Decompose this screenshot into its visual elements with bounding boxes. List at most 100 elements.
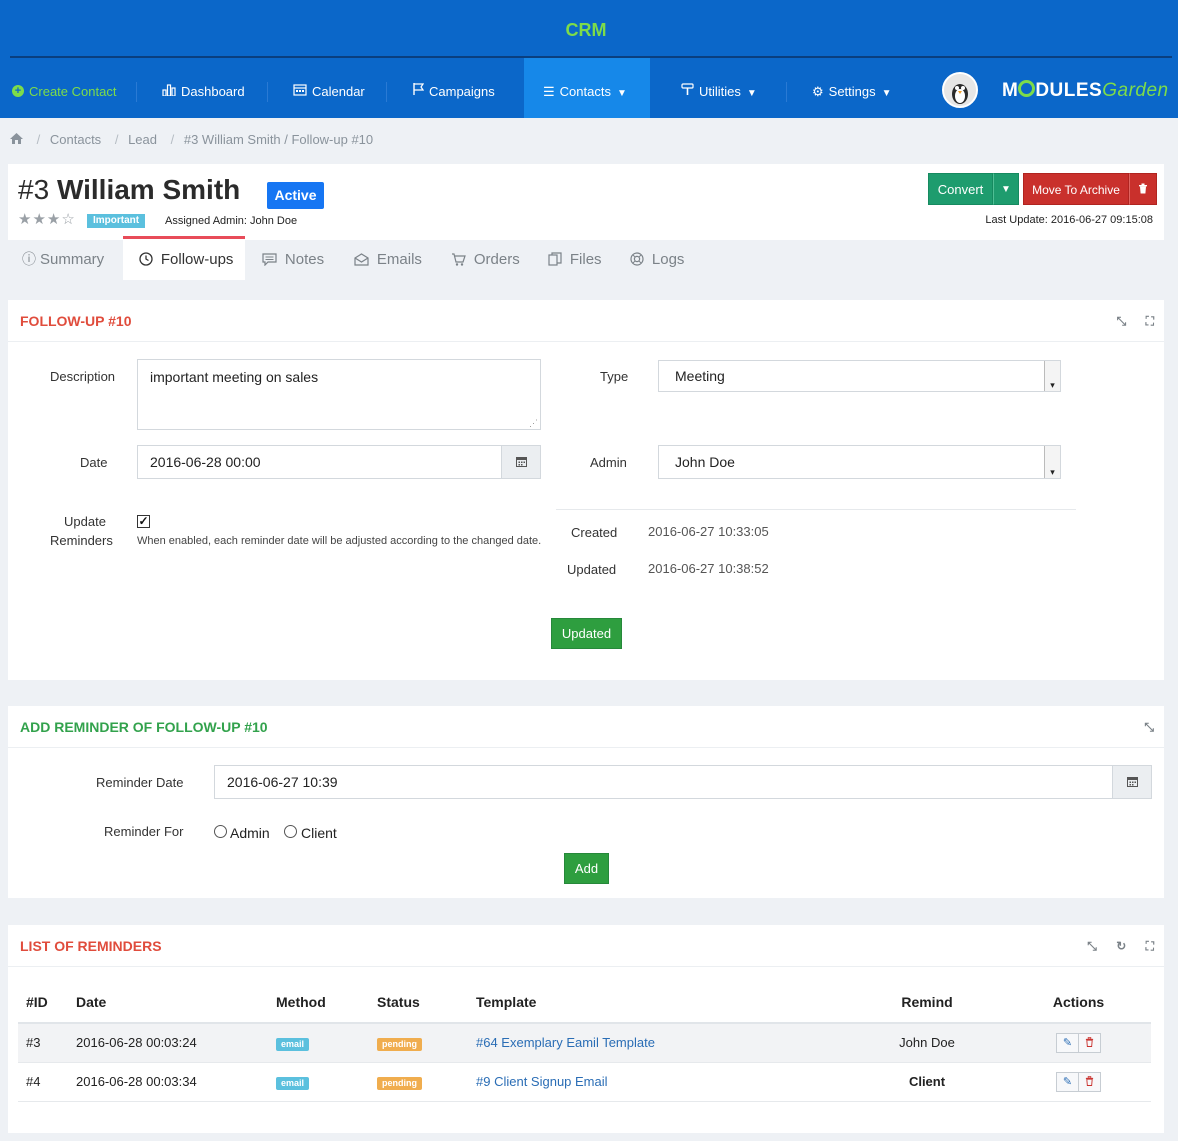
panel-title: ADD REMINDER OF FOLLOW-UP #10 [20, 719, 268, 735]
resize-handle-icon[interactable]: ⋰ [529, 418, 538, 429]
breadcrumb-separator: / [36, 132, 41, 147]
delete-reminder-button[interactable] [1078, 1032, 1101, 1053]
description-textarea[interactable]: important meeting on sales ⋰ [137, 359, 541, 430]
reminders-list-panel-header: LIST OF REMINDERS ⤡ ↻ ⛶ [8, 925, 1164, 967]
nav-item-calendar[interactable]: Calendar [293, 58, 365, 118]
delete-contact-button[interactable] [1129, 173, 1157, 205]
files-icon [548, 251, 566, 267]
table-row: #4 2016-06-28 00:03:34 email pending #9 … [18, 1062, 1151, 1102]
collapse-icon[interactable]: ⤡ [1117, 314, 1127, 328]
column-header-id[interactable]: #ID [18, 981, 68, 1024]
panel-title: FOLLOW-UP #10 [20, 313, 132, 329]
update-reminders-help: When enabled, each reminder date will be… [137, 535, 542, 547]
chevron-down-icon: ▼ [881, 88, 892, 99]
update-reminders-checkbox[interactable]: ✓ [137, 515, 150, 528]
template-link[interactable]: #9 Client Signup Email [476, 1074, 608, 1089]
contact-tabs: ⓘ Summary Follow-ups Notes Emails Orders … [8, 236, 1164, 280]
method-badge: email [276, 1076, 310, 1090]
status-badge: Active [267, 182, 324, 209]
star-filled-icon[interactable]: ★ [18, 211, 32, 228]
tab-emails[interactable]: Emails [354, 236, 422, 280]
cell-actions: ✎ [1006, 1062, 1151, 1102]
edit-reminder-button[interactable]: ✎ [1056, 1032, 1079, 1053]
calendar-icon [515, 455, 527, 469]
comment-icon [262, 251, 281, 267]
nav-item-contacts[interactable]: ☰ Contacts ▼ [524, 58, 650, 118]
breadcrumb-separator: / [114, 132, 119, 147]
brand-text: Garden [1102, 80, 1169, 101]
convert-button[interactable]: Convert [928, 173, 993, 205]
column-header-template[interactable]: Template [468, 981, 848, 1024]
tab-files[interactable]: Files [548, 236, 602, 280]
column-header-status[interactable]: Status [369, 981, 468, 1024]
reminder-date-picker-button[interactable] [1112, 765, 1152, 799]
edit-reminder-button[interactable]: ✎ [1056, 1071, 1079, 1092]
collapse-icon[interactable]: ⤡ [1144, 720, 1154, 734]
updated-button[interactable]: Updated [551, 618, 622, 649]
date-input[interactable]: 2016-06-28 00:00 [137, 445, 503, 479]
nav-separator [267, 82, 268, 102]
reminder-for-admin-label[interactable]: Admin [230, 825, 270, 841]
date-picker-button[interactable] [501, 445, 541, 479]
tab-label: Summary [40, 251, 105, 268]
tab-logs[interactable]: Logs [630, 236, 684, 280]
table-row: #3 2016-06-28 00:03:24 email pending #64… [18, 1023, 1151, 1063]
chevron-down-icon: ▼ [1001, 184, 1011, 195]
delete-reminder-button[interactable] [1078, 1071, 1101, 1092]
followup-panel-header: FOLLOW-UP #10 ⤡ ⛶ [8, 300, 1164, 342]
nav-label: Contacts [559, 84, 611, 99]
flag-icon [412, 58, 425, 126]
reminder-for-client-radio[interactable] [284, 825, 297, 838]
nav-item-dashboard[interactable]: Dashboard [162, 58, 245, 118]
gear-icon: ⚙ [812, 84, 824, 99]
tab-summary[interactable]: ⓘ Summary [22, 236, 104, 280]
collapse-icon[interactable]: ⤡ [1087, 939, 1097, 953]
reminder-date-input[interactable]: 2016-06-27 10:39 [214, 765, 1114, 799]
star-empty-icon[interactable]: ☆ [61, 211, 75, 228]
convert-dropdown-toggle[interactable]: ▼ [993, 173, 1019, 205]
chevron-down-icon: ▾ [1044, 446, 1060, 478]
nav-separator [786, 82, 787, 102]
type-select[interactable]: Meeting ▾ [658, 360, 1061, 392]
column-header-method[interactable]: Method [268, 981, 369, 1024]
column-header-remind[interactable]: Remind [848, 981, 1006, 1024]
star-filled-icon[interactable]: ★ [47, 211, 61, 228]
breadcrumb-item-contacts[interactable]: Contacts [50, 132, 101, 147]
type-selected-value: Meeting [675, 368, 725, 384]
create-contact-link[interactable]: + Create Contact [12, 58, 116, 118]
contact-name: William Smith [56, 174, 241, 205]
reminder-for-admin-radio[interactable] [214, 825, 227, 838]
tab-notes[interactable]: Notes [262, 236, 324, 280]
move-to-archive-button[interactable]: Move To Archive [1023, 173, 1129, 205]
fullscreen-icon[interactable]: ⛶ [1146, 314, 1154, 328]
fullscreen-icon[interactable]: ⛶ [1146, 939, 1154, 953]
update-reminders-label-line1: Update [64, 514, 106, 529]
nav-item-utilities[interactable]: Utilities ▼ [681, 58, 757, 118]
cell-date: 2016-06-28 00:03:24 [68, 1023, 268, 1063]
avatar[interactable] [942, 72, 978, 108]
nav-item-settings[interactable]: ⚙ Settings ▼ [812, 58, 892, 118]
refresh-icon[interactable]: ↻ [1116, 939, 1126, 953]
reminder-for-client-label[interactable]: Client [301, 825, 337, 841]
panel-tools: ⤡ ↻ ⛶ [1071, 925, 1154, 967]
star-filled-icon[interactable]: ★ [32, 211, 46, 228]
column-header-date[interactable]: Date [68, 981, 268, 1024]
admin-select[interactable]: John Doe ▾ [658, 445, 1061, 479]
nav-item-campaigns[interactable]: Campaigns [412, 58, 495, 118]
brand-text: M [1002, 80, 1019, 101]
panel-tools: ⤡ [1128, 706, 1154, 748]
reminders-list-panel: LIST OF REMINDERS ⤡ ↻ ⛶ #ID Date Method … [8, 925, 1164, 1133]
cell-method: email [268, 1062, 369, 1102]
add-reminder-button[interactable]: Add [564, 853, 609, 884]
template-link[interactable]: #64 Exemplary Eamil Template [476, 1035, 655, 1050]
tab-label: Logs [651, 251, 685, 268]
updated-label: Updated [567, 562, 617, 577]
rating-stars[interactable]: ★★★☆ [18, 210, 76, 228]
tab-follow-ups[interactable]: Follow-ups [123, 236, 245, 280]
contact-number: #3 [18, 174, 50, 205]
column-header-actions: Actions [1006, 981, 1151, 1024]
home-icon[interactable] [10, 132, 27, 147]
tab-orders[interactable]: Orders [451, 236, 520, 280]
breadcrumb-item-lead[interactable]: Lead [128, 132, 157, 147]
reminder-for-label: Reminder For [104, 824, 184, 839]
